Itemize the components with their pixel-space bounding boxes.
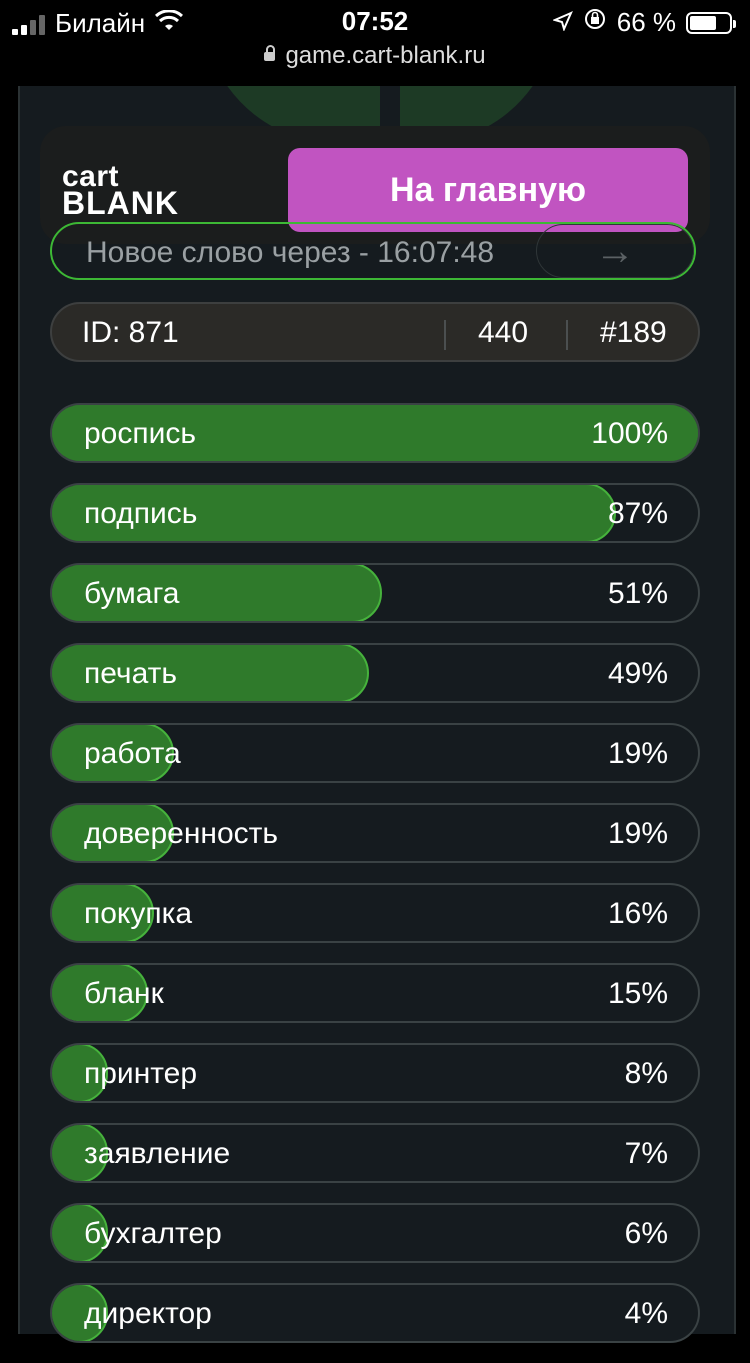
answer-percent: 6% bbox=[624, 1217, 668, 1250]
address-bar[interactable]: game.cart-blank.ru bbox=[0, 42, 750, 70]
answer-word: директор bbox=[84, 1297, 212, 1330]
answer-row: подпись 87% bbox=[50, 483, 700, 543]
answer-word: доверенность bbox=[84, 817, 279, 850]
answer-row: работа 19% bbox=[50, 723, 700, 783]
answer-percent: 19% bbox=[607, 737, 668, 770]
answer-row: доверенность 19% bbox=[50, 803, 700, 863]
location-icon bbox=[551, 7, 573, 38]
answer-word: принтер bbox=[84, 1057, 198, 1090]
battery-icon bbox=[686, 11, 736, 34]
answer-row: покупка 16% bbox=[50, 883, 700, 943]
answer-percent: 7% bbox=[624, 1137, 668, 1170]
answer-word: покупка bbox=[84, 897, 193, 930]
status-bar: Билайн 07:52 66 % game.cart-blank.ru bbox=[0, 0, 750, 86]
answer-row: заявление 7% bbox=[50, 1123, 700, 1183]
answer-word: печать bbox=[84, 657, 177, 690]
answer-word: роспись bbox=[84, 417, 197, 450]
next-word-timer: Новое слово через - 16:07:48 → bbox=[50, 222, 696, 280]
attempts-count: 440 bbox=[478, 316, 529, 349]
answer-row: бухгалтер 6% bbox=[50, 1203, 700, 1263]
answers-list: роспись 100% подпись 87% бумага 51% печать 49% р… bbox=[50, 403, 700, 1363]
game-number: #189 bbox=[600, 316, 667, 349]
battery-percent: 66 % bbox=[616, 7, 676, 37]
divider bbox=[566, 320, 568, 350]
answer-word: бумага bbox=[84, 577, 180, 610]
rotation-lock-icon bbox=[583, 7, 607, 38]
answer-percent: 19% bbox=[607, 817, 668, 850]
answer-percent: 16% bbox=[607, 897, 668, 930]
timer-text: Новое слово через - 16:07:48 bbox=[86, 236, 495, 269]
answer-word: бланк bbox=[84, 977, 164, 1010]
answer-word: бухгалтер bbox=[84, 1217, 222, 1250]
arrow-right-icon[interactable]: → bbox=[536, 224, 694, 278]
game-id: ID: 871 bbox=[82, 316, 179, 349]
answer-percent: 8% bbox=[624, 1057, 668, 1090]
game-info-bar: ID: 871 440 #189 bbox=[50, 302, 700, 362]
answer-percent: 51% bbox=[607, 577, 668, 610]
answer-percent: 87% bbox=[607, 497, 668, 530]
answer-row: роспись 100% bbox=[50, 403, 700, 463]
answer-row: печать 49% bbox=[50, 643, 700, 703]
answer-percent: 4% bbox=[624, 1297, 668, 1330]
answer-percent: 49% bbox=[607, 657, 668, 690]
answer-word: подпись bbox=[84, 497, 198, 530]
divider bbox=[444, 320, 446, 350]
answer-row: директор 4% bbox=[50, 1283, 700, 1343]
answer-row: бланк 15% bbox=[50, 963, 700, 1023]
answer-percent: 15% bbox=[607, 977, 668, 1010]
logo-line-2: BLANK bbox=[62, 185, 179, 221]
answer-row: бумага 51% bbox=[50, 563, 700, 623]
status-right: 66 % bbox=[551, 7, 736, 38]
answer-word: работа bbox=[84, 737, 181, 770]
answer-word: заявление bbox=[84, 1137, 231, 1170]
answer-percent: 100% bbox=[591, 417, 668, 450]
answer-row: принтер 8% bbox=[50, 1043, 700, 1103]
lock-icon bbox=[264, 45, 276, 62]
home-button[interactable]: На главную bbox=[288, 148, 688, 232]
cart-blank-logo[interactable]: cart BLANK bbox=[62, 162, 179, 221]
url-text: game.cart-blank.ru bbox=[285, 42, 486, 69]
